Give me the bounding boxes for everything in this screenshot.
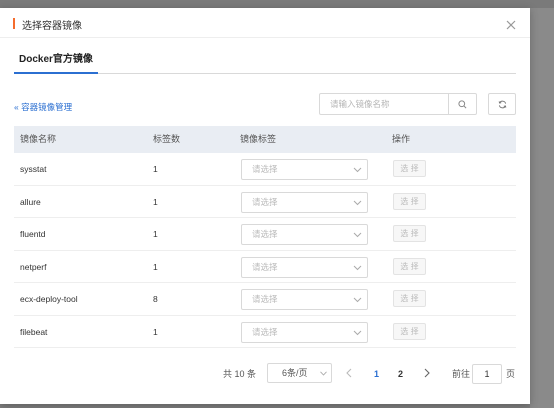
- table-row: allure 1 请选择 选 择: [14, 186, 516, 218]
- select-button[interactable]: 选 择: [393, 257, 426, 275]
- goto-page-input[interactable]: [472, 364, 502, 384]
- image-name: fluentd: [20, 229, 46, 239]
- tag-select-placeholder: 请选择: [252, 196, 278, 207]
- select-image-dialog: 选择容器镜像 Docker官方镜像 « 容器镜像管理 镜像名称 标签数 镜像标签: [0, 8, 530, 404]
- chevron-down-icon: [353, 265, 362, 270]
- header-image-name: 镜像名称: [20, 134, 57, 144]
- table-row: filebeat 1 请选择 选 择: [14, 316, 516, 348]
- table-header: 镜像名称 标签数 镜像标签 操作: [14, 126, 516, 153]
- chevron-down-icon: [353, 200, 362, 205]
- tag-count: 1: [153, 326, 158, 337]
- page-1[interactable]: 1: [374, 363, 379, 385]
- tag-select[interactable]: 请选择: [241, 159, 368, 180]
- total-count: 共 10 条: [223, 369, 257, 379]
- page-size-select[interactable]: 6条/页: [267, 363, 332, 383]
- refresh-icon: [498, 100, 506, 108]
- chevron-right-icon[interactable]: [423, 368, 431, 378]
- tab-docker-official[interactable]: Docker官方镜像: [14, 50, 98, 74]
- image-name: allure: [20, 196, 41, 207]
- chevron-down-icon: [353, 330, 362, 335]
- table-row: netperf 1 请选择 选 择: [14, 251, 516, 283]
- tag-select-placeholder: 请选择: [252, 261, 278, 272]
- tag-select[interactable]: 请选择: [241, 224, 368, 245]
- tag-select-placeholder: 请选择: [252, 294, 278, 304]
- search-input[interactable]: [320, 94, 448, 114]
- tag-count: 1: [153, 229, 158, 239]
- select-button[interactable]: 选 择: [393, 160, 426, 177]
- image-name: netperf: [20, 261, 47, 272]
- chevron-down-icon: [353, 297, 362, 303]
- backdrop-right-edge: [530, 0, 554, 408]
- refresh-button[interactable]: [488, 93, 516, 115]
- tag-select[interactable]: 请选择: [241, 256, 368, 278]
- table-row: sysstat 1 请选择 选 择: [14, 153, 516, 186]
- dialog-header: 选择容器镜像: [0, 8, 530, 38]
- close-icon[interactable]: [506, 20, 516, 30]
- backdrop-top-edge: [0, 0, 554, 8]
- page-2[interactable]: 2: [398, 363, 403, 385]
- goto-label: 前往: [452, 369, 471, 379]
- chevron-down-icon: [353, 232, 362, 238]
- tag-select[interactable]: 请选择: [241, 191, 368, 213]
- title-accent-bar: [13, 18, 15, 29]
- tag-count: 8: [153, 294, 158, 304]
- header-image-tag: 镜像标签: [240, 134, 277, 144]
- select-button[interactable]: 选 择: [393, 322, 426, 340]
- image-name: filebeat: [20, 326, 48, 337]
- tag-count: 1: [153, 261, 158, 272]
- tag-select-placeholder: 请选择: [252, 229, 278, 239]
- header-tag-count: 标签数: [153, 134, 181, 144]
- image-name: sysstat: [20, 164, 47, 174]
- table-row: ecx-deploy-tool 8 请选择 选 择: [14, 283, 516, 316]
- image-table: 镜像名称 标签数 镜像标签 操作 sysstat 1 请选择 选 择 allur…: [14, 126, 516, 348]
- search-icon: [458, 99, 467, 108]
- select-button[interactable]: 选 择: [393, 290, 426, 307]
- tag-select[interactable]: 请选择: [241, 321, 368, 343]
- table-row: fluentd 1 请选择 选 择: [14, 218, 516, 251]
- tag-count: 1: [153, 196, 158, 207]
- chevron-down-icon: [353, 167, 362, 173]
- tag-select[interactable]: 请选择: [241, 289, 368, 310]
- chevron-left-icon[interactable]: [345, 368, 353, 378]
- search-box: [319, 93, 477, 115]
- search-button[interactable]: [448, 94, 476, 114]
- tab-bar: Docker官方镜像: [14, 50, 516, 74]
- goto-unit: 页: [506, 369, 516, 379]
- tag-select-placeholder: 请选择: [252, 164, 278, 174]
- dialog-title: 选择容器镜像: [22, 21, 82, 32]
- pagination: 共 10 条 6条/页 1 2 前往 页: [0, 363, 530, 385]
- select-button[interactable]: 选 择: [393, 192, 426, 210]
- tag-select-placeholder: 请选择: [252, 326, 278, 337]
- page-size-value: 6条/页: [282, 368, 308, 378]
- image-name: ecx-deploy-tool: [20, 294, 78, 304]
- header-action: 操作: [392, 134, 411, 144]
- tag-count: 1: [153, 164, 158, 174]
- image-management-link[interactable]: « 容器镜像管理: [14, 101, 72, 113]
- select-button[interactable]: 选 择: [393, 225, 426, 242]
- chevron-down-icon: [320, 371, 327, 376]
